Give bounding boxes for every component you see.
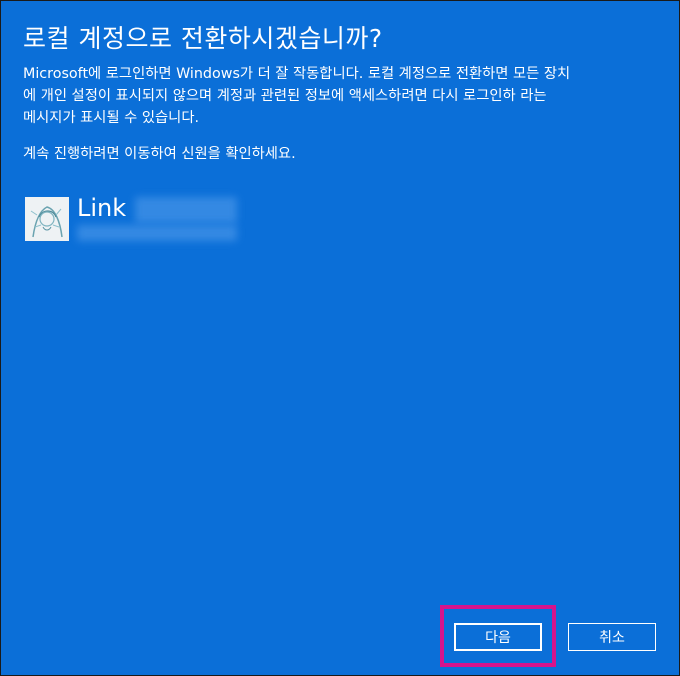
description-line-1: Microsoft에 로그인하면 Windows가 더 잘 작동합니다. 로컬 … [23, 66, 571, 82]
description-line-2: 에 개인 설정이 표시되지 않으며 계정과 관련된 정보에 액세스하려면 다시 … [23, 88, 547, 104]
dialog-description: Microsoft에 로그인하면 Windows가 더 잘 작동합니다. 로컬 … [23, 63, 643, 129]
redacted-name [135, 197, 237, 223]
cancel-button[interactable]: 취소 [568, 623, 656, 651]
user-avatar-icon [25, 197, 69, 241]
redacted-email [77, 225, 237, 241]
dialog-instruction: 계속 진행하려면 이동하여 신원을 확인하세요. [23, 146, 296, 162]
account-name: Link [77, 194, 127, 222]
next-button[interactable]: 다음 [454, 623, 542, 651]
dialog-title: 로컬 계정으로 전환하시겠습니까? [23, 24, 383, 53]
switch-local-account-dialog: 로컬 계정으로 전환하시겠습니까? Microsoft에 로그인하면 Windo… [0, 0, 680, 676]
description-line-3: 메시지가 표시될 수 있습니다. [23, 110, 200, 126]
